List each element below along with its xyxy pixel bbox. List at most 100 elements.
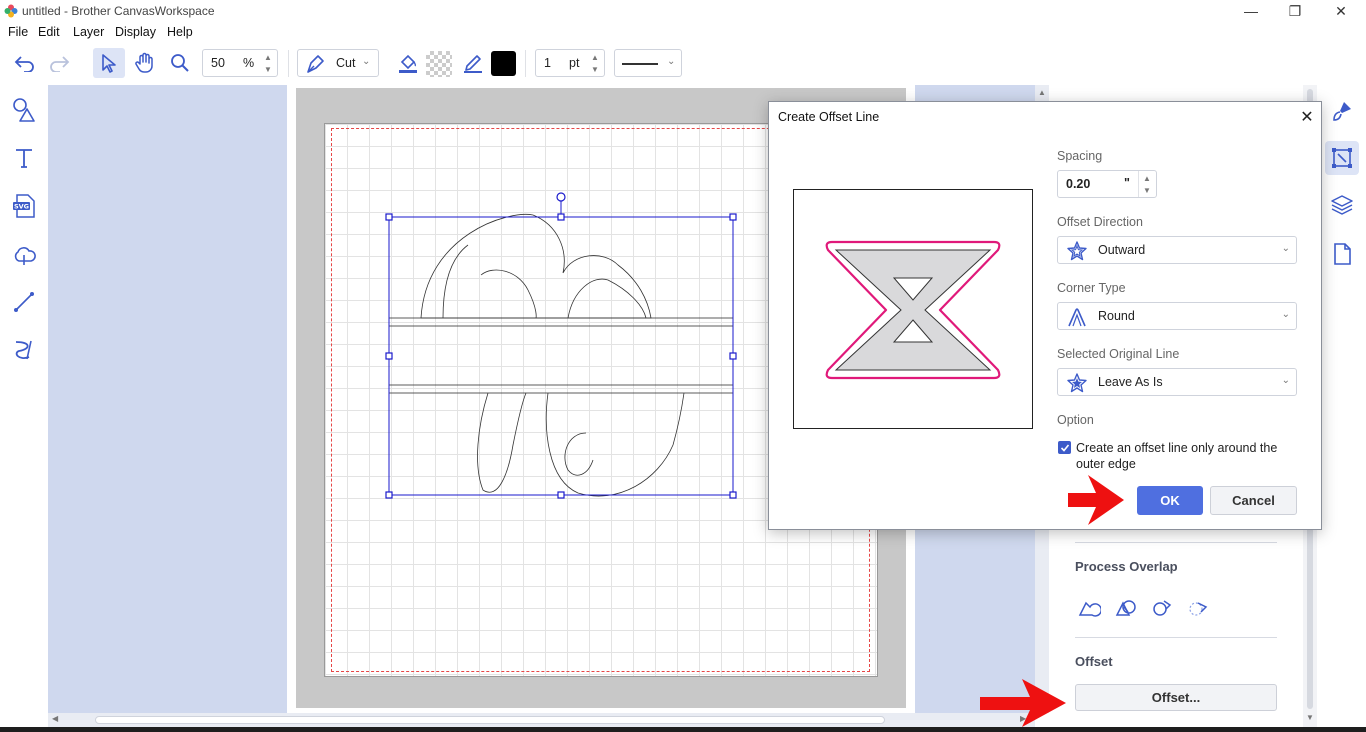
dialog-title: Create Offset Line	[778, 110, 880, 124]
offset-direction-value: Outward	[1098, 243, 1146, 257]
offset-preview	[793, 189, 1033, 429]
intersect-button[interactable]	[1184, 593, 1212, 621]
toolbar-divider	[525, 50, 526, 77]
line-width-field[interactable]: 1 pt ▲ ▼	[535, 49, 605, 77]
zoom-down-icon[interactable]: ▼	[261, 63, 275, 75]
edit-object-tab[interactable]	[1325, 141, 1359, 175]
cancel-button[interactable]: Cancel	[1210, 486, 1297, 515]
subtract-icon	[1153, 600, 1172, 616]
subtract-button[interactable]	[1148, 593, 1176, 621]
color-settings-tab[interactable]	[1325, 94, 1359, 128]
line-width-unit: pt	[569, 56, 580, 70]
weld-button[interactable]	[1075, 593, 1103, 621]
svg-file-icon: SVG	[13, 194, 35, 218]
pencil-icon	[464, 55, 482, 73]
minimize-button[interactable]: —	[1228, 0, 1274, 22]
right-icon-bar	[1317, 85, 1366, 732]
menu-file[interactable]: File	[8, 25, 28, 39]
toolbar-divider	[288, 50, 289, 77]
page-settings-tab[interactable]	[1325, 237, 1359, 271]
pan-tool-button[interactable]	[129, 48, 161, 78]
divide-button[interactable]	[1112, 593, 1140, 621]
line-color-button[interactable]	[457, 48, 489, 78]
pen-cut-icon	[307, 55, 324, 73]
taskbar-edge	[0, 727, 1366, 732]
offset-button[interactable]: Offset...	[1075, 684, 1277, 711]
layers-tab[interactable]	[1325, 188, 1359, 222]
menu-layer[interactable]: Layer	[73, 25, 104, 39]
transform-icon	[1332, 148, 1352, 168]
corner-type-select[interactable]: Round ⌄	[1057, 302, 1297, 330]
scroll-up-icon[interactable]: ▲	[1038, 88, 1046, 97]
shapes-tool[interactable]	[8, 94, 40, 126]
window-title: untitled - Brother CanvasWorkspace	[22, 4, 215, 18]
text-tool[interactable]	[8, 142, 40, 174]
dialog-close-button[interactable]: ✕	[1297, 107, 1317, 127]
mode-value: Cut	[336, 56, 356, 70]
menu-help[interactable]: Help	[167, 25, 193, 39]
line-width-up-icon[interactable]: ▲	[588, 51, 602, 63]
zoom-field[interactable]: 50 % ▲ ▼	[202, 49, 278, 77]
solid-line-icon	[622, 63, 658, 65]
undo-icon	[14, 56, 34, 72]
mode-select[interactable]: Cut ⌄	[297, 49, 379, 77]
canvas-horizontal-scrollbar[interactable]: ◀ ▶	[48, 713, 1035, 727]
restore-button[interactable]: ❐	[1272, 0, 1318, 22]
horizontal-scroll-thumb[interactable]	[95, 716, 885, 724]
scroll-down-icon[interactable]: ▼	[1306, 713, 1314, 722]
close-window-button[interactable]: ✕	[1318, 0, 1364, 22]
curve-tool[interactable]	[8, 334, 40, 366]
corner-type-label: Corner Type	[1057, 281, 1126, 295]
chevron-down-icon: ⌄	[362, 56, 371, 67]
ok-button[interactable]: OK	[1137, 486, 1203, 515]
chevron-down-icon: ⌄	[1281, 375, 1290, 386]
svg-text:SVG: SVG	[14, 203, 29, 211]
selected-original-line-value: Leave As Is	[1098, 375, 1163, 389]
page-icon	[1334, 243, 1351, 265]
line-style-select[interactable]: ⌄	[614, 49, 682, 77]
zoom-value: 50	[211, 56, 225, 70]
offset-direction-select[interactable]: Outward ⌄	[1057, 236, 1297, 264]
redo-button[interactable]	[43, 48, 75, 78]
round-corner-icon	[1068, 308, 1086, 327]
chevron-down-icon: ⌄	[667, 56, 676, 67]
zoom-tool-button[interactable]	[164, 48, 196, 78]
star-outward-icon	[1067, 241, 1087, 261]
pattern-tool[interactable]	[8, 238, 40, 270]
menu-bar: File Edit Layer Display Help	[0, 22, 1366, 42]
panel-divider	[1075, 542, 1277, 543]
offset-direction-label: Offset Direction	[1057, 215, 1143, 229]
paintbrush-icon	[1333, 102, 1351, 121]
offset-title: Offset	[1075, 654, 1113, 669]
red-arrow-annotation	[1068, 475, 1124, 525]
spacing-field[interactable]: 0.20 " ▲ ▼	[1057, 170, 1157, 198]
svg-import-tool[interactable]: SVG	[8, 190, 40, 222]
layers-icon	[1331, 195, 1353, 215]
zoom-unit: %	[243, 56, 255, 70]
line-color-swatch[interactable]	[491, 51, 516, 76]
fill-button[interactable]	[392, 48, 424, 78]
spacing-up-icon[interactable]: ▲	[1140, 172, 1154, 184]
outer-edge-option-text[interactable]: Create an offset line only around the ou…	[1076, 440, 1277, 472]
line-segment-icon	[14, 292, 34, 312]
star-filled-icon	[1067, 373, 1087, 393]
menu-edit[interactable]: Edit	[38, 25, 60, 39]
scroll-left-icon[interactable]: ◀	[52, 714, 58, 723]
app-logo-icon	[4, 4, 18, 18]
selected-original-line-select[interactable]: Leave As Is ⌄	[1057, 368, 1297, 396]
intersect-icon	[1189, 602, 1208, 616]
undo-button[interactable]	[9, 48, 41, 78]
select-tool-button[interactable]	[93, 48, 125, 78]
weld-icon	[1078, 601, 1101, 617]
outer-edge-checkbox[interactable]	[1058, 441, 1071, 454]
menu-display[interactable]: Display	[115, 25, 156, 39]
line-width-down-icon[interactable]: ▼	[588, 63, 602, 75]
line-tool[interactable]	[8, 286, 40, 318]
spacing-down-icon[interactable]: ▼	[1140, 184, 1154, 196]
corner-type-value: Round	[1098, 309, 1135, 323]
red-arrow-annotation	[980, 679, 1066, 727]
shapes-icon	[13, 98, 35, 122]
zoom-up-icon[interactable]: ▲	[261, 51, 275, 63]
fill-color-swatch[interactable]	[426, 51, 452, 77]
create-offset-line-dialog: Create Offset Line ✕ Spacing 0.20 " ▲ ▼ …	[768, 101, 1322, 530]
